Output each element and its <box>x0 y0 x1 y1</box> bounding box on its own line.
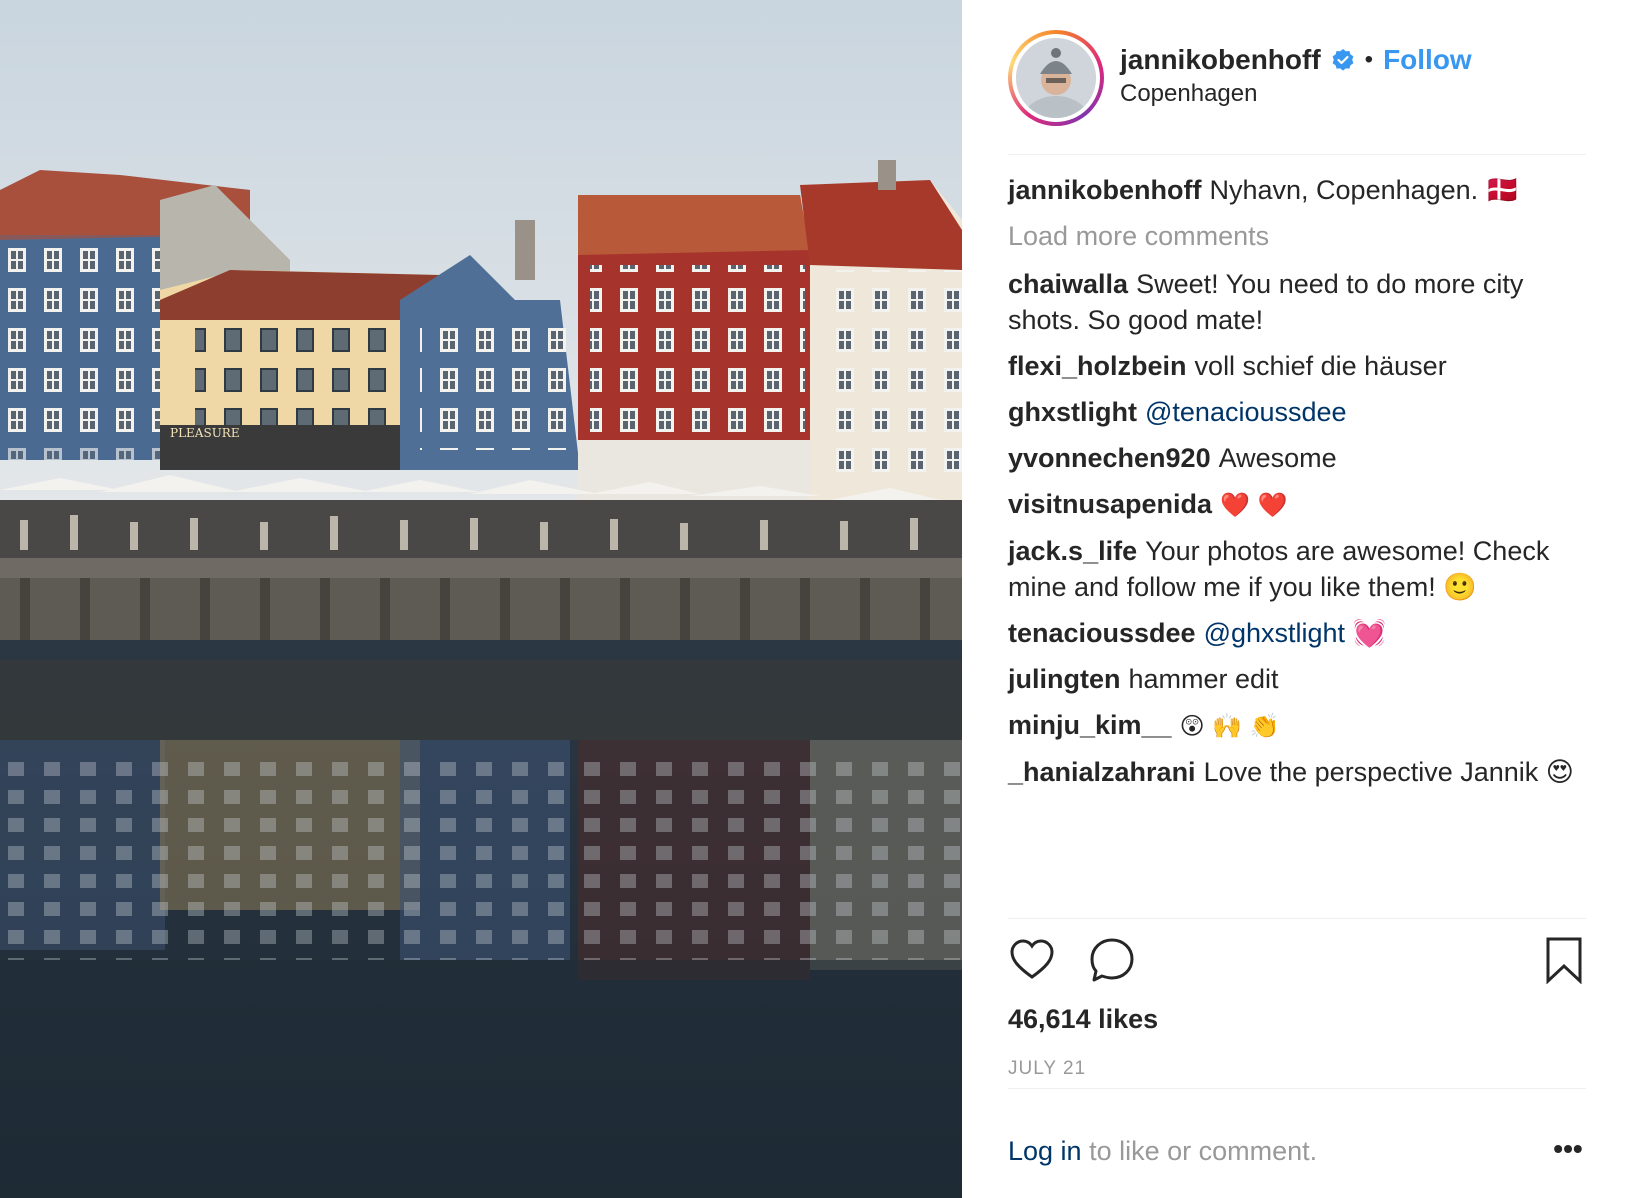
comment-username[interactable]: jack.s_life <box>1008 536 1137 566</box>
likes-count[interactable]: 46,614 likes <box>1008 1004 1158 1035</box>
comment-username[interactable]: julingten <box>1008 664 1120 694</box>
nyhavn-photo: PLEASURE <box>0 0 962 1198</box>
login-prompt: Log in to like or comment. ••• <box>1008 1135 1588 1176</box>
comment-username[interactable]: yvonnechen920 <box>1008 443 1211 473</box>
comment-item: flexi_holzbein voll schief die häuser <box>1008 348 1588 384</box>
comment-username[interactable]: chaiwalla <box>1008 269 1128 299</box>
actions-divider <box>1008 918 1586 919</box>
verified-badge-icon <box>1331 48 1355 72</box>
comment-username[interactable]: visitnusapenida <box>1008 489 1212 519</box>
post-actions <box>1008 936 1588 988</box>
post-photo[interactable]: PLEASURE <box>0 0 962 1198</box>
comment-item: visitnusapenida ❤️ ❤️ <box>1008 486 1588 523</box>
comment-item: jack.s_life Your photos are awesome! Chec… <box>1008 533 1588 605</box>
comment-mention-link[interactable]: @tenacioussdee <box>1145 397 1347 427</box>
comment-item: _hanialzahrani Love the perspective Janni… <box>1008 754 1588 790</box>
comment-username[interactable]: ghxstlight <box>1008 397 1137 427</box>
login-link[interactable]: Log in <box>1008 1136 1082 1166</box>
comment-mention-link[interactable]: @ghxstlight 💓 <box>1204 618 1387 648</box>
avatar[interactable] <box>1008 30 1104 126</box>
comments-list: jannikobenhoff Nyhavn, Copenhagen. 🇩🇰 Loa… <box>1008 172 1588 800</box>
avatar-image <box>1016 38 1096 118</box>
comment-text: Love the perspective Jannik 😍 <box>1203 757 1574 787</box>
comment-text: Awesome <box>1218 443 1337 473</box>
comment-username[interactable]: _hanialzahrani <box>1008 757 1196 787</box>
comment-username[interactable]: flexi_holzbein <box>1008 351 1187 381</box>
comment-item: chaiwalla Sweet! You need to do more city… <box>1008 266 1588 338</box>
post-username[interactable]: jannikobenhoff <box>1120 44 1321 76</box>
comment-text: ❤️ ❤️ <box>1220 491 1288 519</box>
login-prompt-text: to like or comment. <box>1081 1136 1318 1166</box>
footer-divider <box>1008 1088 1586 1089</box>
caption-text: Nyhavn, Copenhagen. 🇩🇰 <box>1209 175 1520 205</box>
more-options-icon[interactable]: ••• <box>1548 1135 1588 1176</box>
separator-dot: • <box>1364 46 1374 73</box>
load-more-comments-button[interactable]: Load more comments <box>1008 218 1588 254</box>
follow-button[interactable]: Follow <box>1383 44 1472 76</box>
comment-text: voll schief die häuser <box>1194 351 1447 381</box>
comment-item: minju_kim__ 😲 🙌 👏 <box>1008 707 1588 744</box>
header-divider <box>1008 154 1586 155</box>
comment-username[interactable]: tenacioussdee <box>1008 618 1196 648</box>
comment-username[interactable]: minju_kim__ <box>1008 710 1172 740</box>
caption: jannikobenhoff Nyhavn, Copenhagen. 🇩🇰 <box>1008 172 1588 208</box>
caption-username[interactable]: jannikobenhoff <box>1008 175 1201 205</box>
comment-item: tenacioussdee @ghxstlight 💓 <box>1008 615 1588 651</box>
comment-item: yvonnechen920 Awesome <box>1008 440 1588 476</box>
post-location[interactable]: Copenhagen <box>1120 80 1257 108</box>
post-date[interactable]: JULY 21 <box>1008 1058 1086 1080</box>
comment-icon[interactable] <box>1088 936 1136 984</box>
comment-item: julingten hammer edit <box>1008 661 1588 697</box>
comment-item: ghxstlight @tenacioussdee <box>1008 394 1588 430</box>
comment-text: 😲 🙌 👏 <box>1179 712 1280 740</box>
comment-text: hammer edit <box>1128 664 1279 694</box>
heart-icon[interactable] <box>1008 936 1056 984</box>
bookmark-icon[interactable] <box>1540 936 1588 985</box>
svg-text:PLEASURE: PLEASURE <box>170 426 240 440</box>
post-header: jannikobenhoff • Follow Copenhagen <box>1008 30 1588 126</box>
post-sidebar: jannikobenhoff • Follow Copenhagen janni… <box>962 0 1630 1198</box>
